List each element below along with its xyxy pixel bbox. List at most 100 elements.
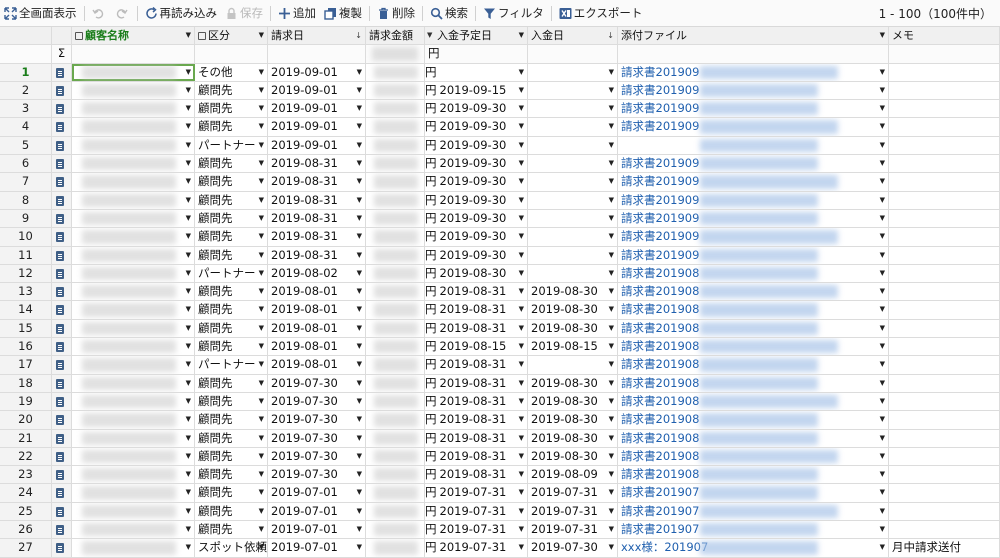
- due-date-cell[interactable]: 円 2019-07-31 ▼: [425, 502, 528, 521]
- document-icon[interactable]: [56, 250, 64, 261]
- invoice-date-cell[interactable]: 2019-07-30 ▼: [268, 392, 366, 411]
- triangle-down-icon[interactable]: ▼: [519, 64, 524, 81]
- triangle-down-icon[interactable]: ▼: [259, 27, 264, 44]
- document-icon[interactable]: [56, 360, 64, 371]
- attachment-cell[interactable]: 請求書201907 ▼: [618, 521, 889, 539]
- due-date-cell[interactable]: 円 2019-08-31 ▼: [425, 356, 528, 374]
- table-row[interactable]: 10 ▼ 顧問先 ▼ 2019-08-31 ▼ 円 2019-09-30 ▼ ▼ 請求書201909…: [0, 228, 1000, 247]
- triangle-down-icon[interactable]: ▼: [357, 430, 362, 447]
- table-row[interactable]: 21 ▼ 顧問先 ▼ 2019-07-30 ▼ 円 2019-08-31 ▼ 2019-08-30…: [0, 429, 1000, 448]
- table-row[interactable]: 15 ▼ 顧問先 ▼ 2019-08-01 ▼ 円 2019-08-31 ▼ 2019-08-30…: [0, 319, 1000, 339]
- due-date-cell[interactable]: 円 2019-09-15 ▼: [425, 81, 528, 100]
- amount-cell[interactable]: [366, 429, 425, 447]
- paid-date-cell[interactable]: ▼: [528, 81, 618, 100]
- triangle-down-icon[interactable]: ▼: [357, 173, 362, 190]
- column-header-amount[interactable]: 請求金額: [366, 27, 425, 45]
- reload-button[interactable]: 再読み込み: [141, 0, 222, 27]
- attachment-link[interactable]: 請求書201909: [621, 65, 699, 79]
- due-date-cell[interactable]: 円 2019-07-31 ▼: [425, 521, 528, 539]
- row-detail-cell[interactable]: [52, 521, 72, 539]
- triangle-down-icon[interactable]: ▼: [880, 338, 885, 355]
- customer-cell[interactable]: ▼: [72, 100, 195, 118]
- customer-cell[interactable]: ▼: [72, 356, 195, 374]
- delete-button[interactable]: 削除: [373, 0, 419, 27]
- amount-cell[interactable]: [366, 411, 425, 429]
- customer-cell[interactable]: ▼: [72, 447, 195, 466]
- triangle-down-icon[interactable]: ▼: [519, 155, 524, 172]
- triangle-down-icon[interactable]: ▼: [519, 283, 524, 300]
- triangle-down-icon[interactable]: ▼: [519, 173, 524, 190]
- attachment-cell[interactable]: 請求書201908 ▼: [618, 392, 889, 411]
- paid-date-cell[interactable]: 2019-08-30 ▼: [528, 447, 618, 466]
- category-cell[interactable]: パートナー ▼: [195, 356, 268, 374]
- row-detail-cell[interactable]: [52, 173, 72, 191]
- amount-cell[interactable]: [366, 338, 425, 356]
- triangle-down-icon[interactable]: ▼: [609, 173, 614, 190]
- row-detail-cell[interactable]: [52, 283, 72, 301]
- triangle-down-icon[interactable]: ▼: [357, 247, 362, 264]
- document-icon[interactable]: [56, 287, 64, 298]
- due-date-cell[interactable]: 円 2019-08-31 ▼: [425, 301, 528, 319]
- due-date-cell[interactable]: 円 2019-07-31 ▼: [425, 539, 528, 557]
- memo-cell[interactable]: [889, 264, 1000, 283]
- triangle-down-icon[interactable]: ▼: [259, 192, 264, 209]
- paid-date-cell[interactable]: ▼: [528, 191, 618, 209]
- invoice-date-cell[interactable]: 2019-07-01 ▼: [268, 502, 366, 521]
- triangle-down-icon[interactable]: ▼: [186, 118, 191, 135]
- customer-cell[interactable]: ▼: [72, 173, 195, 191]
- triangle-down-icon[interactable]: ▼: [357, 466, 362, 483]
- triangle-down-icon[interactable]: ▼: [357, 228, 362, 245]
- triangle-down-icon[interactable]: ▼: [186, 356, 191, 373]
- due-date-cell[interactable]: 円 2019-08-15 ▼: [425, 338, 528, 356]
- attachment-cell[interactable]: 請求書201908 ▼: [618, 429, 889, 447]
- triangle-down-icon[interactable]: ▼: [609, 430, 614, 447]
- triangle-down-icon[interactable]: ▼: [519, 411, 524, 428]
- due-date-cell[interactable]: 円 2019-09-30 ▼: [425, 209, 528, 228]
- amount-cell[interactable]: [366, 502, 425, 521]
- amount-cell[interactable]: [366, 228, 425, 246]
- due-date-cell[interactable]: 円 2019-09-30 ▼: [425, 246, 528, 264]
- memo-cell[interactable]: [889, 338, 1000, 356]
- triangle-down-icon[interactable]: ▼: [519, 320, 524, 337]
- triangle-down-icon[interactable]: ▼: [357, 137, 362, 154]
- customer-cell[interactable]: ▼: [72, 118, 195, 136]
- triangle-down-icon[interactable]: ▼: [186, 64, 191, 81]
- memo-cell[interactable]: [889, 81, 1000, 100]
- triangle-down-icon[interactable]: ▼: [609, 265, 614, 282]
- triangle-down-icon[interactable]: ▼: [519, 484, 524, 501]
- row-detail-cell[interactable]: [52, 264, 72, 283]
- memo-cell[interactable]: [889, 246, 1000, 264]
- customer-cell[interactable]: ▼: [72, 209, 195, 228]
- memo-cell[interactable]: [889, 136, 1000, 155]
- memo-cell[interactable]: [889, 392, 1000, 411]
- paid-date-cell[interactable]: 2019-08-30 ▼: [528, 429, 618, 447]
- row-detail-cell[interactable]: [52, 374, 72, 392]
- document-icon[interactable]: [56, 213, 64, 224]
- filter-button[interactable]: フィルタ: [479, 0, 548, 27]
- row-detail-cell[interactable]: [52, 301, 72, 319]
- row-detail-cell[interactable]: [52, 502, 72, 521]
- document-icon[interactable]: [56, 543, 64, 554]
- triangle-down-icon[interactable]: ▼: [609, 320, 614, 337]
- triangle-down-icon[interactable]: ▼: [519, 466, 524, 483]
- triangle-down-icon[interactable]: ▼: [519, 356, 524, 373]
- triangle-down-icon[interactable]: ▼: [609, 338, 614, 355]
- triangle-down-icon[interactable]: ▼: [609, 82, 614, 99]
- triangle-down-icon[interactable]: ▼: [609, 356, 614, 373]
- attachment-cell[interactable]: 請求書201907 ▼: [618, 502, 889, 521]
- triangle-down-icon[interactable]: ▼: [880, 192, 885, 209]
- triangle-down-icon[interactable]: ▼: [519, 82, 524, 99]
- triangle-down-icon[interactable]: ▼: [519, 100, 524, 117]
- triangle-down-icon[interactable]: ▼: [357, 320, 362, 337]
- triangle-down-icon[interactable]: ▼: [357, 539, 362, 556]
- amount-cell[interactable]: [366, 392, 425, 411]
- attachment-cell[interactable]: 請求書201909 ▼: [618, 246, 889, 264]
- category-cell[interactable]: 顧問先 ▼: [195, 301, 268, 319]
- table-row[interactable]: 14 ▼ 顧問先 ▼ 2019-08-01 ▼ 円 2019-08-31 ▼ 2019-08-30…: [0, 301, 1000, 320]
- triangle-down-icon[interactable]: ▼: [880, 375, 885, 392]
- attachment-link[interactable]: 請求書201908: [621, 394, 699, 408]
- triangle-down-icon[interactable]: ▼: [259, 539, 264, 556]
- triangle-down-icon[interactable]: ▼: [519, 210, 524, 227]
- attachment-cell[interactable]: 請求書201908 ▼: [618, 466, 889, 484]
- due-date-cell[interactable]: 円 2019-07-31 ▼: [425, 484, 528, 502]
